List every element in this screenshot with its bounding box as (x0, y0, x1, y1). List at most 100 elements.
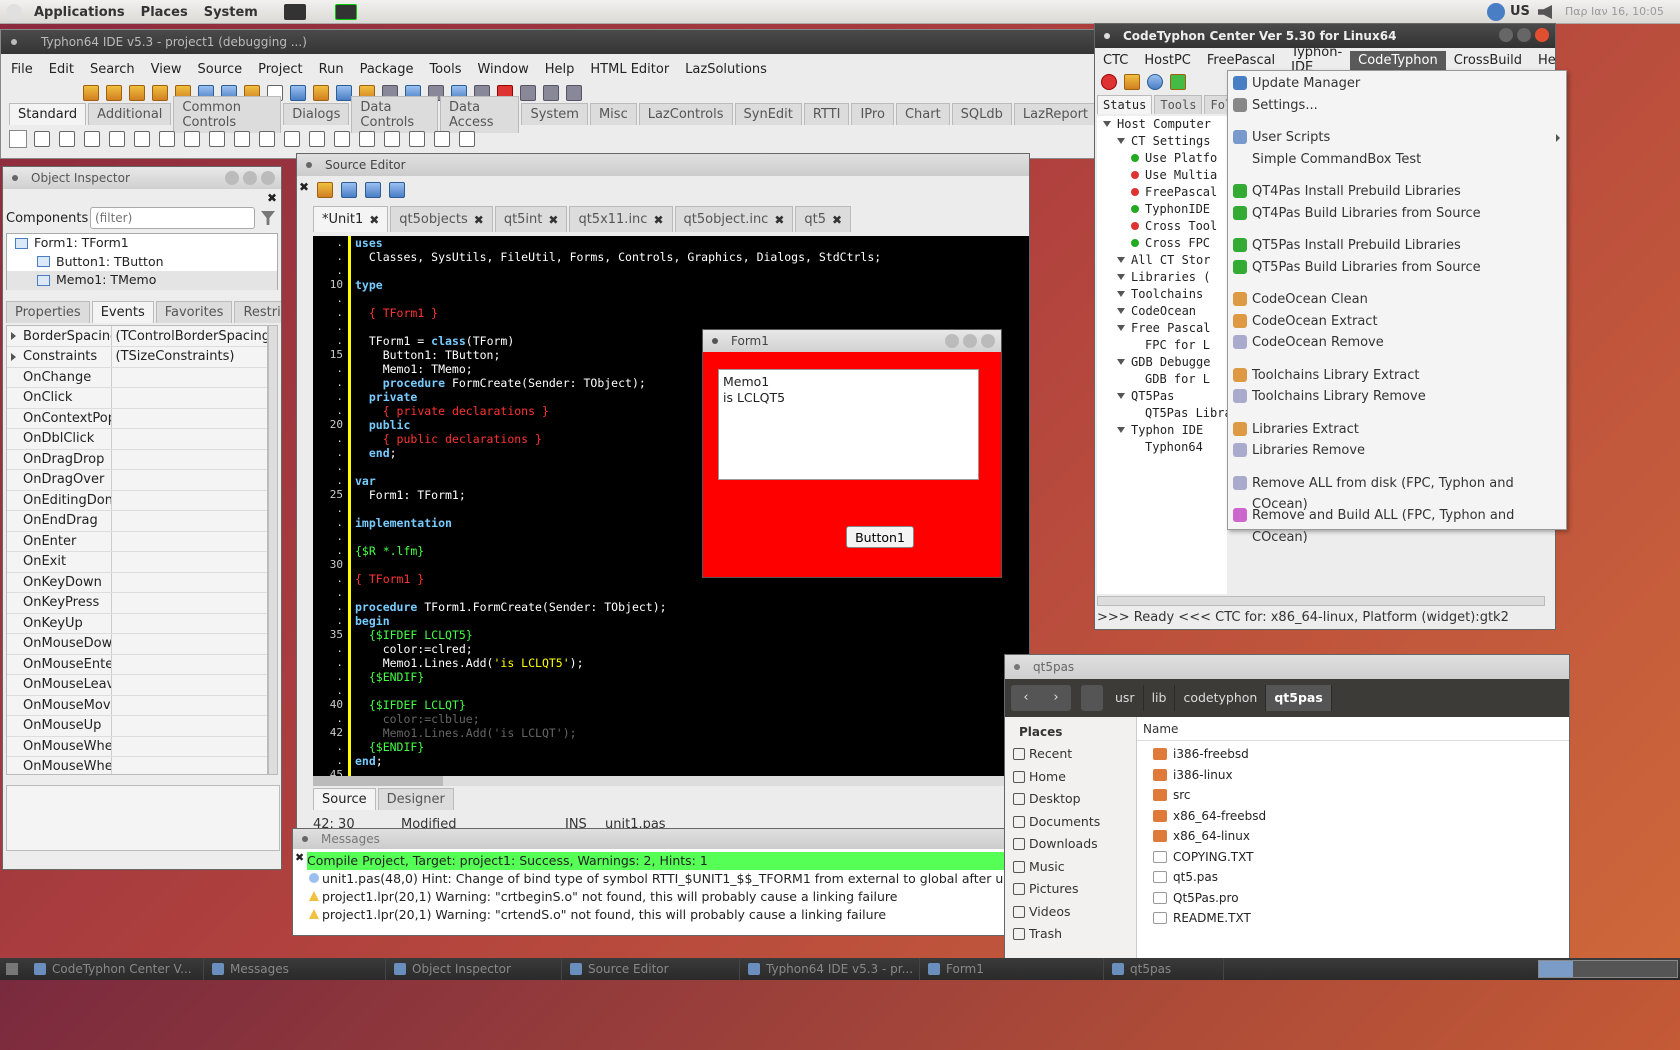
editor-tab[interactable]: qt5 ✖ (795, 206, 852, 232)
tab-close-icon[interactable]: ✖ (369, 213, 379, 227)
tree-expander-icon[interactable] (1117, 291, 1125, 297)
ct-tree-item[interactable]: CT Settings (1103, 133, 1227, 150)
name-column-header[interactable]: Name (1137, 717, 1569, 741)
project-options-icon[interactable] (336, 85, 352, 101)
open-project-icon[interactable] (290, 85, 306, 101)
ct-menu-freepascal[interactable]: FreePascal (1199, 53, 1283, 68)
ct-menu-help[interactable]: Help (1530, 53, 1555, 68)
ct-dropdown-item[interactable]: Remove and Build ALL (FPC, Typhon and CO… (1228, 505, 1566, 545)
messages-close-icon[interactable]: ✖ (295, 851, 304, 864)
editor-tab[interactable]: qt5objects ✖ (390, 206, 493, 232)
ct-dropdown-item[interactable]: QT5Pas Install Prebuild Libraries (1228, 235, 1566, 257)
ct-dropdown-item[interactable]: Settings... (1228, 95, 1566, 117)
taskbar-item[interactable]: Source Editor (562, 958, 740, 980)
code-hscrollbar[interactable] (313, 776, 1029, 786)
inspector-tab-restricted[interactable]: Restricted (234, 301, 281, 323)
place-pictures[interactable]: Pictures (1005, 878, 1136, 901)
tab-close-icon[interactable]: ✖ (774, 213, 784, 227)
property-grid-scrollbar[interactable] (268, 325, 278, 775)
property-row[interactable]: Constraints (TSizeConstraints) (7, 346, 267, 368)
tree-expander-icon[interactable] (1117, 257, 1125, 263)
ct-menu-hostpc[interactable]: HostPC (1136, 53, 1199, 68)
property-row[interactable]: OnMouseLeave (7, 674, 267, 696)
file-item[interactable]: COPYING.TXT (1153, 847, 1569, 868)
back-button[interactable]: ‹ (1011, 685, 1041, 711)
ct-tree-item[interactable]: Free Pascal (1103, 320, 1227, 337)
palette-tab-rtti[interactable]: RTTI (803, 103, 850, 125)
menu-view[interactable]: View (143, 62, 190, 77)
menu-edit[interactable]: Edit (41, 62, 82, 77)
property-row[interactable]: OnMouseWhee (7, 756, 267, 774)
maximize-icon[interactable] (1517, 28, 1531, 42)
keyboard-layout[interactable]: US (1510, 4, 1530, 19)
palette-tab-dialogs[interactable]: Dialogs (283, 103, 350, 125)
menu-window[interactable]: Window (469, 62, 536, 77)
step-out-icon[interactable] (566, 85, 582, 101)
compile-result[interactable]: Compile Project, Target: project1: Succe… (307, 852, 1005, 870)
palette-tab-lazcontrols[interactable]: LazControls (638, 103, 733, 125)
property-row[interactable]: OnMouseMove (7, 695, 267, 716)
inspector-tab-events[interactable]: Events (91, 301, 154, 323)
ct-tree-item[interactable]: Typhon IDE (1103, 422, 1227, 439)
editor-tab[interactable]: qt5x11.inc ✖ (569, 206, 673, 232)
ct-menu-codetyphon[interactable]: CodeTyphon (1350, 50, 1446, 70)
place-downloads[interactable]: Downloads (1005, 833, 1136, 856)
property-row[interactable]: BorderSpacing (TControlBorderSpacing) (7, 326, 267, 347)
menu-run[interactable]: Run (311, 62, 352, 77)
ct-tree-item[interactable]: Host Computer (1103, 116, 1227, 133)
tgroupbox-icon[interactable] (334, 131, 350, 147)
open-icon[interactable] (129, 85, 145, 101)
inspector-tab-favorites[interactable]: Favorites (155, 301, 233, 323)
palette-tab-sqldb[interactable]: SQLdb (951, 103, 1012, 125)
tree-expander-icon[interactable] (1117, 138, 1125, 144)
property-row[interactable]: OnDragDrop (7, 449, 267, 470)
ct-tree-item[interactable]: QT5Pas (1103, 388, 1227, 405)
tree-expander-icon[interactable] (1117, 274, 1125, 280)
tedit-icon[interactable] (134, 131, 150, 147)
ct-dropdown-item[interactable]: QT4Pas Install Prebuild Libraries (1228, 181, 1566, 203)
path-segment[interactable]: codetyphon (1175, 685, 1267, 711)
tab-close-icon[interactable]: ✖ (474, 213, 484, 227)
ct-tree-item[interactable]: QT5Pas Libra (1103, 405, 1227, 422)
new-form-icon[interactable] (106, 85, 122, 101)
ct-dropdown-item[interactable]: Toolchains Library Remove (1228, 386, 1566, 408)
ubuntu-logo-icon[interactable] (6, 4, 22, 20)
property-row[interactable]: OnKeyUp (7, 613, 267, 634)
ct-dropdown-item[interactable]: Remove ALL from disk (FPC, Typhon and CO… (1228, 473, 1566, 512)
ct-menu-crossbuild[interactable]: CrossBuild (1446, 53, 1530, 68)
ct-tree-item[interactable]: CodeOcean (1103, 303, 1227, 320)
back-icon[interactable] (365, 182, 381, 198)
taskbar-item[interactable]: Form1 (920, 958, 1104, 980)
ttogglebox-icon[interactable] (184, 131, 200, 147)
close-icon[interactable] (1535, 28, 1549, 42)
new-unit-icon[interactable] (83, 85, 99, 101)
property-row[interactable]: OnDragOver (7, 469, 267, 491)
ct-tree-item[interactable]: Use Multia (1103, 167, 1227, 184)
property-value[interactable] (111, 572, 267, 593)
close-icon[interactable] (261, 171, 275, 185)
ct-dropdown-item[interactable]: Libraries Extract (1228, 419, 1566, 441)
property-value[interactable] (111, 367, 267, 388)
property-value[interactable] (111, 592, 267, 614)
tree-expander-icon[interactable] (1117, 393, 1125, 399)
place-home[interactable]: Home (1005, 766, 1136, 789)
property-row[interactable]: OnMouseUp (7, 715, 267, 737)
property-row[interactable]: OnChange (7, 367, 267, 388)
property-value[interactable] (111, 654, 267, 675)
show-desktop-icon[interactable] (0, 958, 26, 980)
pointer-icon[interactable] (9, 130, 27, 148)
path-segment[interactable]: lib (1144, 685, 1176, 711)
message-line[interactable]: project1.lpr(20,1) Warning: "crtbeginS.o… (307, 888, 1005, 906)
workspace-switcher[interactable] (1538, 960, 1678, 978)
tcheckbox-icon[interactable] (209, 131, 225, 147)
component-tree-item[interactable]: Button1: TButton (7, 253, 277, 272)
ct-dropdown-item[interactable]: CodeOcean Clean (1228, 289, 1566, 311)
folder-item[interactable]: x86_64-freebsd (1153, 806, 1569, 827)
menu-search[interactable]: Search (82, 62, 143, 77)
palette-tab-lazreport[interactable]: LazReport (1013, 103, 1098, 125)
property-value[interactable] (111, 633, 267, 655)
palette-tab-system[interactable]: System (521, 103, 588, 125)
taskbar-item[interactable]: Messages (204, 958, 386, 980)
property-value[interactable] (111, 531, 267, 552)
step-over-icon[interactable] (543, 85, 559, 101)
